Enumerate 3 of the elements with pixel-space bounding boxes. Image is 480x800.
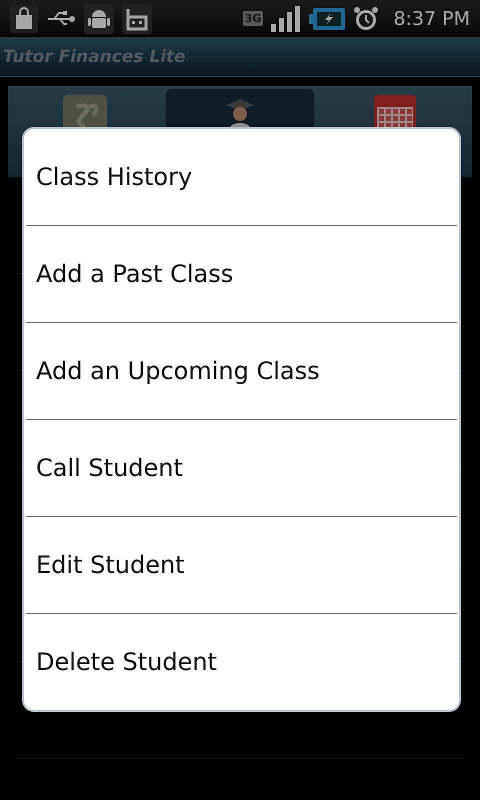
clock-time: 8:37 PM — [393, 8, 470, 30]
app-title: Tutor Finances Lite — [3, 47, 186, 67]
network-type-icon: 3G — [242, 11, 264, 26]
